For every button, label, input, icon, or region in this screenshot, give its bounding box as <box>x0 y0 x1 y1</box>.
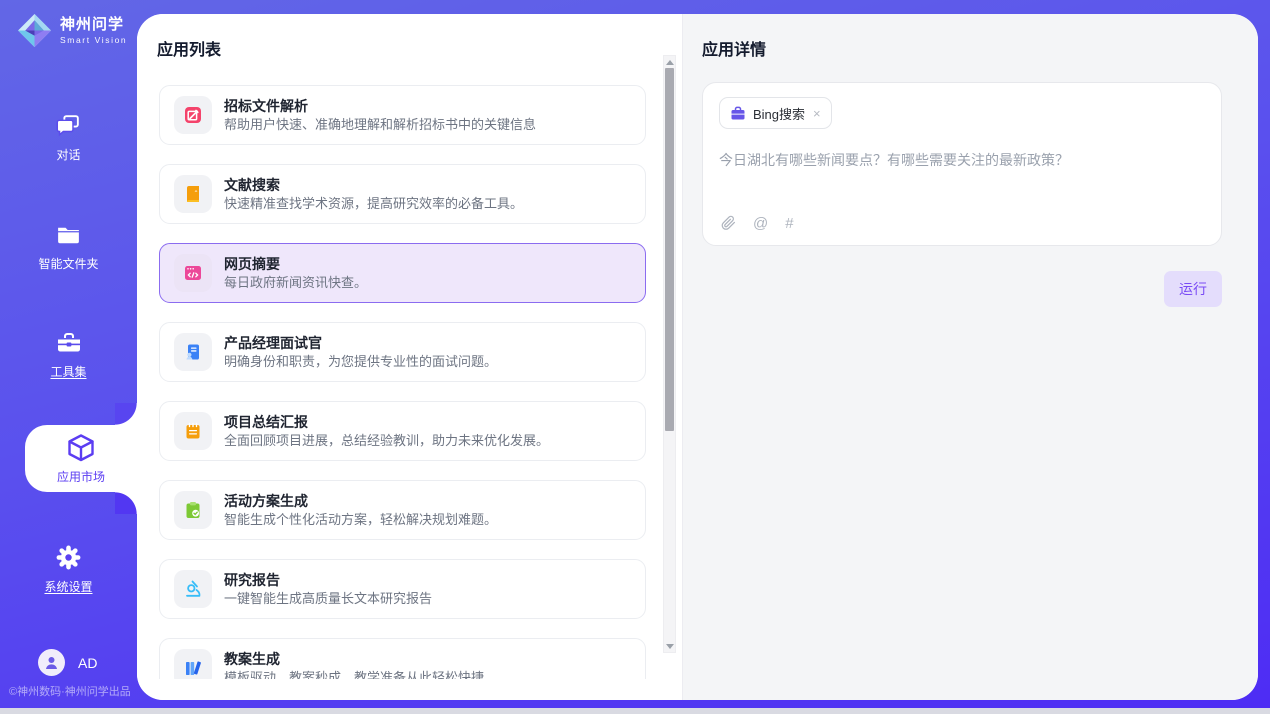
sidebar-item-label: 智能文件夹 <box>38 255 98 272</box>
books-icon <box>174 649 212 679</box>
sidebar: 神州问学 Smart Vision 对话 智能文件夹 <box>0 0 137 708</box>
app-detail-title: 应用详情 <box>702 41 1222 60</box>
notepad-icon <box>174 412 212 450</box>
app-frame: 神州问学 Smart Vision 对话 智能文件夹 <box>0 0 1270 708</box>
folder-icon <box>55 221 82 248</box>
app-list-title: 应用列表 <box>157 41 682 60</box>
list-scrollbar[interactable] <box>663 55 676 653</box>
run-row: 运行 <box>702 271 1222 307</box>
app-card-desc: 明确身份和职责，为您提供专业性的面试问题。 <box>224 355 497 368</box>
app-card-desc: 智能生成个性化活动方案，轻松解决规划难题。 <box>224 513 497 526</box>
app-card-event-plan[interactable]: 活动方案生成 智能生成个性化活动方案，轻松解决规划难题。 <box>159 480 646 540</box>
app-card-desc: 一键智能生成高质量长文本研究报告 <box>224 592 432 605</box>
scrollbar-thumb[interactable] <box>665 68 674 431</box>
webpage-code-icon <box>174 254 212 292</box>
app-card-name: 教案生成 <box>224 652 484 666</box>
brand-logo: 神州问学 Smart Vision <box>16 12 127 49</box>
user-name: AD <box>78 655 97 671</box>
interview-doc-icon <box>174 333 212 371</box>
query-composer[interactable]: Bing搜索 × 今日湖北有哪些新闻要点？有哪些需要关注的最新政策？ @ # <box>702 82 1222 246</box>
app-card-desc: 模板驱动，教案秒成，教学准备从此轻松快捷 <box>224 671 484 679</box>
scrollbar-down-arrow-icon[interactable] <box>664 640 675 652</box>
sidebar-item-label: 对话 <box>56 146 80 163</box>
gem-logo-icon <box>16 12 53 49</box>
app-card-name: 文献搜索 <box>224 178 523 192</box>
app-card-name: 招标文件解析 <box>224 99 536 113</box>
app-card-webpage-summary[interactable]: 网页摘要 每日政府新闻资讯快查。 <box>159 243 646 303</box>
app-list: 招标文件解析 帮助用户快速、准确地理解和解析招标书中的关键信息 <box>159 85 646 679</box>
app-card-pm-interviewer[interactable]: 产品经理面试官 明确身份和职责，为您提供专业性的面试问题。 <box>159 322 646 382</box>
tool-chip-label: Bing搜索 <box>753 104 805 123</box>
app-card-desc: 每日政府新闻资讯快查。 <box>224 276 367 289</box>
app-card-project-summary[interactable]: 项目总结汇报 全面回顾项目进展，总结经验教训，助力未来优化发展。 <box>159 401 646 461</box>
sidebar-item-label: 工具集 <box>50 363 86 380</box>
app-list-panel: 应用列表 招标文件解析 帮助用户快速、准确地理解和解析招标书中的关键信息 <box>137 14 683 700</box>
clipboard-check-icon <box>174 491 212 529</box>
composer-toolbar: @ # <box>721 215 794 231</box>
user-avatar-icon <box>38 649 65 676</box>
toolbox-icon <box>55 330 83 356</box>
app-card-name: 活动方案生成 <box>224 494 497 508</box>
sidebar-item-label: 应用市场 <box>57 468 105 485</box>
app-card-desc: 帮助用户快速、准确地理解和解析招标书中的关键信息 <box>224 118 536 131</box>
app-card-desc: 快速精准查找学术资源，提高研究效率的必备工具。 <box>224 197 523 210</box>
app-card-name: 项目总结汇报 <box>224 415 549 429</box>
run-button[interactable]: 运行 <box>1164 271 1222 307</box>
briefcase-icon <box>730 106 746 121</box>
scrollbar-up-arrow-icon[interactable] <box>664 56 675 68</box>
app-detail-panel: 应用详情 Bing搜索 × 今日湖北有哪些新闻要点？有哪些需要关注的最新政策？ <box>683 14 1258 700</box>
paperclip-icon[interactable] <box>721 215 736 231</box>
sidebar-item-toolset[interactable]: 工具集 <box>0 330 137 380</box>
app-card-name: 产品经理面试官 <box>224 336 497 350</box>
mention-icon[interactable]: @ <box>753 216 768 231</box>
sidebar-item-label: 系统设置 <box>44 578 92 595</box>
sidebar-item-settings[interactable]: 系统设置 <box>0 544 137 595</box>
main-content: 应用列表 招标文件解析 帮助用户快速、准确地理解和解析招标书中的关键信息 <box>137 14 1258 700</box>
sidebar-item-app-market[interactable]: 应用市场 <box>25 425 137 492</box>
app-card-bid-parse[interactable]: 招标文件解析 帮助用户快速、准确地理解和解析招标书中的关键信息 <box>159 85 646 145</box>
tool-chip-bing-search[interactable]: Bing搜索 × <box>719 97 832 129</box>
gear-icon <box>55 544 82 571</box>
book-icon <box>174 175 212 213</box>
sidebar-item-smart-folder[interactable]: 智能文件夹 <box>0 221 137 272</box>
copyright-text: ©神州数码·神州问学出品 <box>9 683 131 699</box>
query-text-input[interactable]: 今日湖北有哪些新闻要点？有哪些需要关注的最新政策？ <box>719 150 1205 170</box>
app-card-desc: 全面回顾项目进展，总结经验教训，助力未来优化发展。 <box>224 434 549 447</box>
chip-close-icon[interactable]: × <box>813 106 821 121</box>
app-card-literature-search[interactable]: 文献搜索 快速精准查找学术资源，提高研究效率的必备工具。 <box>159 164 646 224</box>
hash-icon[interactable]: # <box>785 216 793 231</box>
app-card-lesson-plan[interactable]: 教案生成 模板驱动，教案秒成，教学准备从此轻松快捷 <box>159 638 646 679</box>
microscope-icon <box>174 570 212 608</box>
bid-document-icon <box>174 96 212 134</box>
cube-icon <box>66 432 96 463</box>
brand-name: 神州问学 <box>60 17 127 32</box>
user-account[interactable]: AD <box>38 649 97 676</box>
brand-subtitle: Smart Vision <box>60 36 127 45</box>
app-card-name: 网页摘要 <box>224 257 367 271</box>
app-card-research-report[interactable]: 研究报告 一键智能生成高质量长文本研究报告 <box>159 559 646 619</box>
app-card-name: 研究报告 <box>224 573 432 587</box>
chat-icon <box>55 112 82 139</box>
sidebar-item-chat[interactable]: 对话 <box>0 112 137 163</box>
